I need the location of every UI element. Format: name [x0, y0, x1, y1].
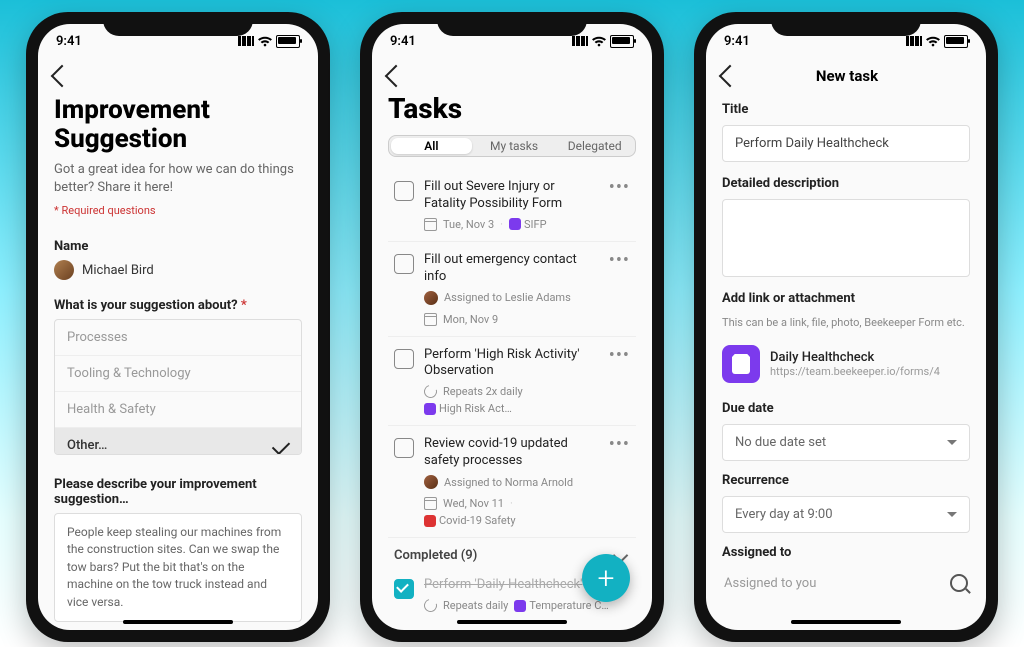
signal-icon — [906, 36, 922, 46]
battery-icon — [276, 35, 300, 48]
task-title: Review covid-19 updated safety processes — [424, 436, 599, 470]
calendar-icon — [424, 313, 437, 326]
home-indicator[interactable] — [791, 620, 901, 624]
form-chip-icon — [424, 403, 436, 415]
status-time: 9:41 — [724, 34, 750, 49]
form-chip-icon — [424, 515, 436, 527]
title-label: Title — [722, 102, 970, 117]
required-note: * Required questions — [54, 204, 302, 217]
suggestion-textarea[interactable]: People keep stealing our machines from t… — [54, 513, 302, 622]
form-chip-icon — [514, 600, 526, 612]
option-health-safety[interactable]: Health & Safety — [55, 392, 301, 428]
task-title: Fill out emergency contact info — [424, 252, 599, 286]
checkbox[interactable] — [394, 181, 414, 201]
avatar-icon — [54, 260, 74, 280]
avatar-icon — [424, 291, 438, 305]
name-value-row: Michael Bird — [54, 260, 302, 280]
attachment-row[interactable]: Daily Healthcheck https://team.beekeeper… — [722, 339, 970, 389]
tab-all[interactable]: All — [391, 138, 472, 154]
attachment-helper: This can be a link, file, photo, Beekeep… — [722, 316, 970, 329]
name-label: Name — [54, 239, 302, 254]
task-item[interactable]: Review covid-19 updated safety processes… — [388, 426, 636, 538]
attachment-title: Daily Healthcheck — [770, 350, 940, 365]
title-input[interactable]: Perform Daily Healthcheck — [722, 125, 970, 162]
wifi-icon — [258, 36, 272, 47]
repeat-icon — [422, 597, 440, 615]
battery-icon — [944, 35, 968, 48]
task-title: Fill out Severe Injury or Fatality Possi… — [424, 179, 599, 213]
caret-down-icon — [947, 440, 957, 445]
task-meta: Assigned to Norma Arnold Wed, Nov 11 · C… — [424, 475, 599, 527]
wifi-icon — [926, 36, 940, 47]
checkbox[interactable] — [394, 349, 414, 369]
option-tooling[interactable]: Tooling & Technology — [55, 356, 301, 392]
checkbox[interactable] — [394, 254, 414, 274]
recurrence-label: Recurrence — [722, 473, 970, 488]
notch — [103, 12, 253, 36]
status-time: 9:41 — [56, 34, 82, 49]
question-1-label: What is your suggestion about? * — [54, 298, 302, 313]
tab-my-tasks[interactable]: My tasks — [474, 136, 555, 156]
battery-icon — [610, 35, 634, 48]
question-2-label: Please describe your improvement suggest… — [54, 477, 302, 507]
repeat-icon — [422, 383, 440, 401]
description-label: Detailed description — [722, 176, 970, 191]
caret-down-icon — [947, 512, 957, 517]
task-item[interactable]: Perform 'High Risk Activity' Observation… — [388, 337, 636, 427]
back-button[interactable] — [385, 65, 408, 88]
attachment-url: https://team.beekeeper.io/forms/4 — [770, 365, 940, 378]
signal-icon — [572, 36, 588, 46]
nav-title: New task — [724, 67, 970, 85]
notch — [771, 12, 921, 36]
option-group: Processes Tooling & Technology Health & … — [54, 319, 302, 455]
home-indicator[interactable] — [457, 620, 567, 624]
description-input[interactable] — [722, 199, 970, 277]
phone-new-task: 9:41 New task Title Perform Daily Health… — [694, 12, 998, 642]
assigned-to-label: Assigned to — [722, 545, 970, 560]
attachment-label: Add link or attachment — [722, 291, 970, 306]
avatar-icon — [424, 475, 438, 489]
phone-form: 9:41 ImprovementSuggestion Got a great i… — [26, 12, 330, 642]
task-meta: Assigned to Leslie Adams Mon, Nov 9 — [424, 291, 599, 326]
assigned-to-input[interactable]: Assigned to you — [722, 568, 970, 598]
page-subtitle: Got a great idea for how we can do thing… — [54, 161, 302, 196]
phone-tasks: 9:41 Tasks All My tasks Delegated — [360, 12, 664, 642]
status-time: 9:41 — [390, 34, 416, 49]
page-title: Tasks — [388, 94, 636, 125]
notch — [437, 12, 587, 36]
option-processes[interactable]: Processes — [55, 320, 301, 356]
task-filter-tabs: All My tasks Delegated — [388, 135, 636, 157]
add-task-fab[interactable]: + — [582, 554, 630, 602]
calendar-icon — [424, 497, 437, 510]
due-date-label: Due date — [722, 401, 970, 416]
task-title: Perform 'High Risk Activity' Observation — [424, 347, 599, 381]
option-other[interactable]: Other… — [55, 428, 301, 455]
task-meta: Repeats 2x daily High Risk Act… — [424, 385, 599, 415]
task-meta: Tue, Nov 3 · SIFP — [424, 218, 599, 231]
home-indicator[interactable] — [123, 620, 233, 624]
name-value: Michael Bird — [82, 263, 154, 278]
checkbox-checked[interactable] — [394, 579, 414, 599]
checkbox[interactable] — [394, 438, 414, 458]
calendar-icon — [424, 218, 437, 231]
signal-icon — [238, 36, 254, 46]
recurrence-select[interactable]: Every day at 9:00 — [722, 496, 970, 533]
form-attachment-icon — [722, 345, 760, 383]
more-icon[interactable]: ••• — [609, 436, 630, 527]
task-item[interactable]: Fill out Severe Injury or Fatality Possi… — [388, 169, 636, 242]
task-item[interactable]: Fill out emergency contact info Assigned… — [388, 242, 636, 337]
more-icon[interactable]: ••• — [609, 179, 630, 231]
more-icon[interactable]: ••• — [609, 347, 630, 416]
page-title: ImprovementSuggestion — [54, 96, 302, 153]
due-date-select[interactable]: No due date set — [722, 424, 970, 461]
wifi-icon — [592, 36, 606, 47]
tab-delegated[interactable]: Delegated — [554, 136, 635, 156]
search-icon — [950, 574, 968, 592]
more-icon[interactable]: ••• — [609, 252, 630, 326]
form-chip-icon — [509, 218, 521, 230]
check-icon — [272, 437, 290, 455]
back-button[interactable] — [51, 65, 74, 88]
